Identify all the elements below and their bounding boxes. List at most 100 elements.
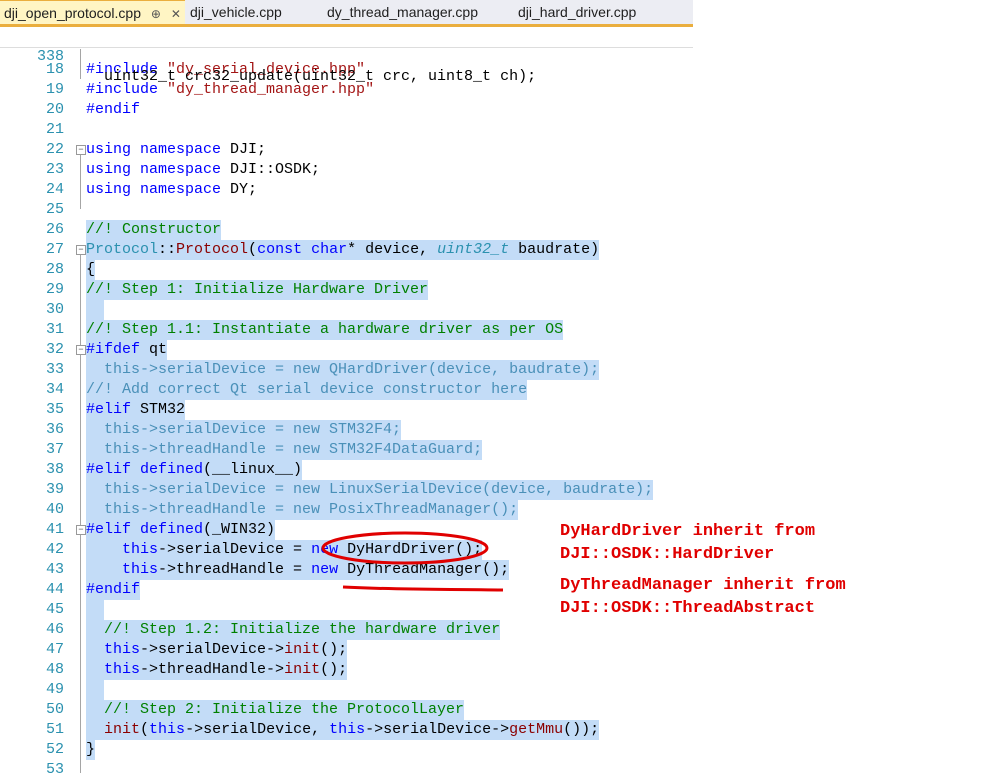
code-text: #elif defined(__linux__) [86, 460, 303, 480]
code-line[interactable]: 20 #endif [0, 100, 693, 120]
code-line[interactable]: 36 this->serialDevice = new STM32F4; [0, 420, 693, 440]
editor-tab-bar: dji_open_protocol.cpp ⊕ ✕ dji_vehicle.cp… [0, 0, 693, 27]
line-number: 49 [45, 681, 64, 698]
line-number: 24 [45, 181, 64, 198]
annotation-hard-driver-2: DJI::OSDK::HardDriver [560, 545, 775, 564]
code-line[interactable]: 50 //! Step 2: Initialize the ProtocolLa… [0, 700, 693, 720]
code-text: this->serialDevice->init(); [86, 640, 348, 660]
code-line[interactable]: 52} [0, 740, 693, 760]
code-text: this->threadHandle->init(); [86, 660, 348, 680]
code-line[interactable]: 40 this->threadHandle = new PosixThreadM… [0, 500, 693, 520]
code-line[interactable]: 29 //! Step 1: Initialize Hardware Driver [0, 280, 693, 300]
code-line[interactable]: 34 //! Add correct Qt serial device const… [0, 380, 693, 400]
tab-dji-hard-driver[interactable]: dji_hard_driver.cpp [518, 0, 636, 24]
line-number: 36 [45, 421, 64, 438]
code-line[interactable]: 21 [0, 120, 693, 140]
code-text: #elif defined(_WIN32) [86, 520, 276, 540]
line-number: 41 [45, 521, 64, 538]
code-text: this->serialDevice = new DyHardDriver(); [86, 540, 483, 560]
line-number: 42 [45, 541, 64, 558]
code-line[interactable]: 28 { [0, 260, 693, 280]
tab-dji-open-protocol[interactable]: dji_open_protocol.cpp ⊕ ✕ [0, 0, 185, 24]
close-icon[interactable]: ✕ [171, 7, 181, 21]
line-number: 31 [45, 321, 64, 338]
tab-label: dji_vehicle.cpp [190, 4, 282, 20]
annotation-hard-driver-1: DyHardDriver inherit from [560, 522, 816, 541]
code-text: //! Add correct Qt serial device constru… [86, 380, 528, 400]
code-text: using namespace DJI::OSDK; [86, 161, 321, 178]
pin-icon[interactable]: ⊕ [151, 7, 161, 21]
line-number: 20 [45, 101, 64, 118]
code-text: this->threadHandle = new PosixThreadMana… [86, 500, 519, 520]
code-text: #endif [86, 101, 141, 118]
line-number: 46 [45, 621, 64, 638]
code-line[interactable]: 48 this->threadHandle->init(); [0, 660, 693, 680]
code-editor[interactable]: 18 #include "dy_serial_device.hpp" 19 #incl… [0, 27, 693, 781]
code-text [86, 300, 105, 320]
code-line[interactable]: 27 − Protocol::Protocol(const char* device… [0, 240, 693, 260]
code-text: //! Step 1.1: Instantiate a hardware dri… [86, 320, 564, 340]
tab-dji-vehicle[interactable]: dji_vehicle.cpp [190, 0, 282, 24]
code-line[interactable]: 23 using namespace DJI::OSDK; [0, 160, 693, 180]
code-line[interactable]: 39 this->serialDevice = new LinuxSerialD… [0, 480, 693, 500]
line-number: 47 [45, 641, 64, 658]
code-line[interactable]: 47 this->serialDevice->init(); [0, 640, 693, 660]
line-number: 32 [45, 341, 64, 358]
fold-toggle-icon[interactable]: − [76, 245, 86, 255]
fold-toggle-icon[interactable]: − [76, 345, 86, 355]
code-text [86, 600, 105, 620]
sticky-code: uint32_t crc32_update(uint32_t crc, uint… [104, 68, 537, 85]
code-text: } [86, 740, 96, 760]
code-line[interactable]: 51 init(this->serialDevice, this->serial… [0, 720, 693, 740]
code-text: using namespace DY; [86, 181, 258, 198]
code-line[interactable]: 22 − using namespace DJI; [0, 140, 693, 160]
code-line[interactable]: 53 [0, 760, 693, 780]
line-number: 48 [45, 661, 64, 678]
line-number: 23 [45, 161, 64, 178]
code-text: //! Step 1.2: Initialize the hardware dr… [86, 620, 501, 640]
code-line[interactable]: 26 //! Constructor [0, 220, 693, 240]
code-text: using namespace DJI; [86, 141, 267, 158]
code-text: #elif STM32 [86, 400, 186, 420]
code-text: //! Constructor [86, 220, 222, 240]
code-line[interactable]: 31 //! Step 1.1: Instantiate a hardware d… [0, 320, 693, 340]
code-text: init(this->serialDevice, this->serialDev… [86, 720, 600, 740]
code-text: this->serialDevice = new LinuxSerialDevi… [86, 480, 654, 500]
fold-toggle-icon[interactable]: − [76, 525, 86, 535]
line-number: 30 [45, 301, 64, 318]
code-line[interactable]: 38 #elif defined(__linux__) [0, 460, 693, 480]
line-number: 25 [45, 201, 64, 218]
line-number: 52 [45, 741, 64, 758]
code-text: this->threadHandle = new DyThreadManager… [86, 560, 510, 580]
code-line[interactable]: 49 [0, 680, 693, 700]
code-text: this->serialDevice = new STM32F4; [86, 420, 402, 440]
code-line[interactable]: 25 [0, 200, 693, 220]
code-line[interactable]: 37 this->threadHandle = new STM32F4DataG… [0, 440, 693, 460]
code-line[interactable]: 30 [0, 300, 693, 320]
code-text: this->threadHandle = new STM32F4DataGuar… [86, 440, 483, 460]
code-line[interactable]: 46 //! Step 1.2: Initialize the hardware… [0, 620, 693, 640]
code-line[interactable]: 33 this->serialDevice = new QHardDriver(… [0, 360, 693, 380]
line-number: 35 [45, 401, 64, 418]
code-text: //! Step 2: Initialize the ProtocolLayer [86, 700, 465, 720]
line-number: 44 [45, 581, 64, 598]
line-number: 45 [45, 601, 64, 618]
code-text: #endif [86, 580, 141, 600]
tab-dy-thread-manager[interactable]: dy_thread_manager.cpp [327, 0, 478, 24]
code-line[interactable]: 35 #elif STM32 [0, 400, 693, 420]
line-number: 33 [45, 361, 64, 378]
code-text [86, 680, 105, 700]
tab-label: dji_hard_driver.cpp [518, 4, 637, 20]
line-number: 22 [45, 141, 64, 158]
annotation-text: DyHardDriver inherit from DJI::OSDK::Har… [560, 520, 846, 620]
sticky-scroll-header[interactable]: 338 uint32_t crc32_update(uint32_t crc, … [0, 27, 693, 85]
code-line[interactable]: 32 − #ifdef qt [0, 340, 693, 360]
line-number: 34 [45, 381, 64, 398]
line-number: 39 [45, 481, 64, 498]
line-number: 338 [36, 48, 64, 65]
line-number: 53 [45, 761, 64, 778]
code-text: //! Step 1: Initialize Hardware Driver [86, 280, 429, 300]
code-line[interactable]: 24 using namespace DY; [0, 180, 693, 200]
fold-toggle-icon[interactable]: − [76, 145, 86, 155]
code-text: { [86, 260, 96, 280]
